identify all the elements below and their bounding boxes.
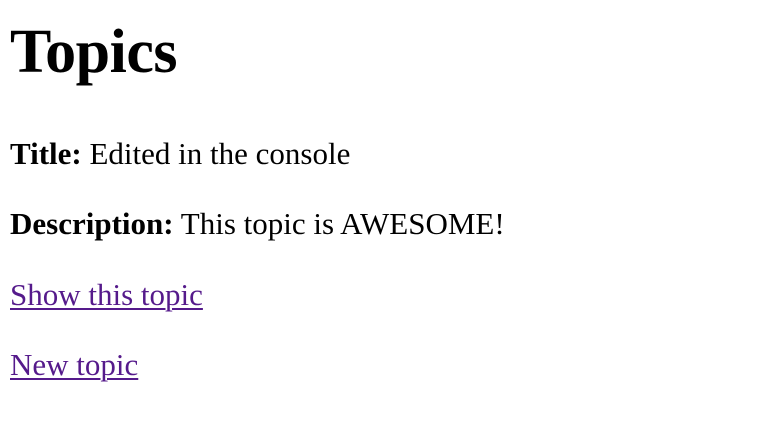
new-topic-link[interactable]: New topic [10, 347, 138, 382]
topic-title-label: Title: [10, 136, 82, 171]
topic-title-row: Title: Edited in the console [10, 136, 766, 172]
show-topic-link[interactable]: Show this topic [10, 277, 203, 312]
page-title: Topics [10, 18, 178, 86]
topic-description-value: This topic is AWESOME! [180, 206, 505, 241]
topic-title-value: Edited in the console [89, 136, 351, 171]
topic-description-label: Description: [10, 206, 174, 241]
show-topic-row: Show this topic [10, 277, 766, 313]
new-topic-row: New topic [10, 347, 766, 383]
topic-description-row: Description: This topic is AWESOME! [10, 206, 766, 242]
page-container: Topics Title: Edited in the console Desc… [0, 0, 776, 383]
